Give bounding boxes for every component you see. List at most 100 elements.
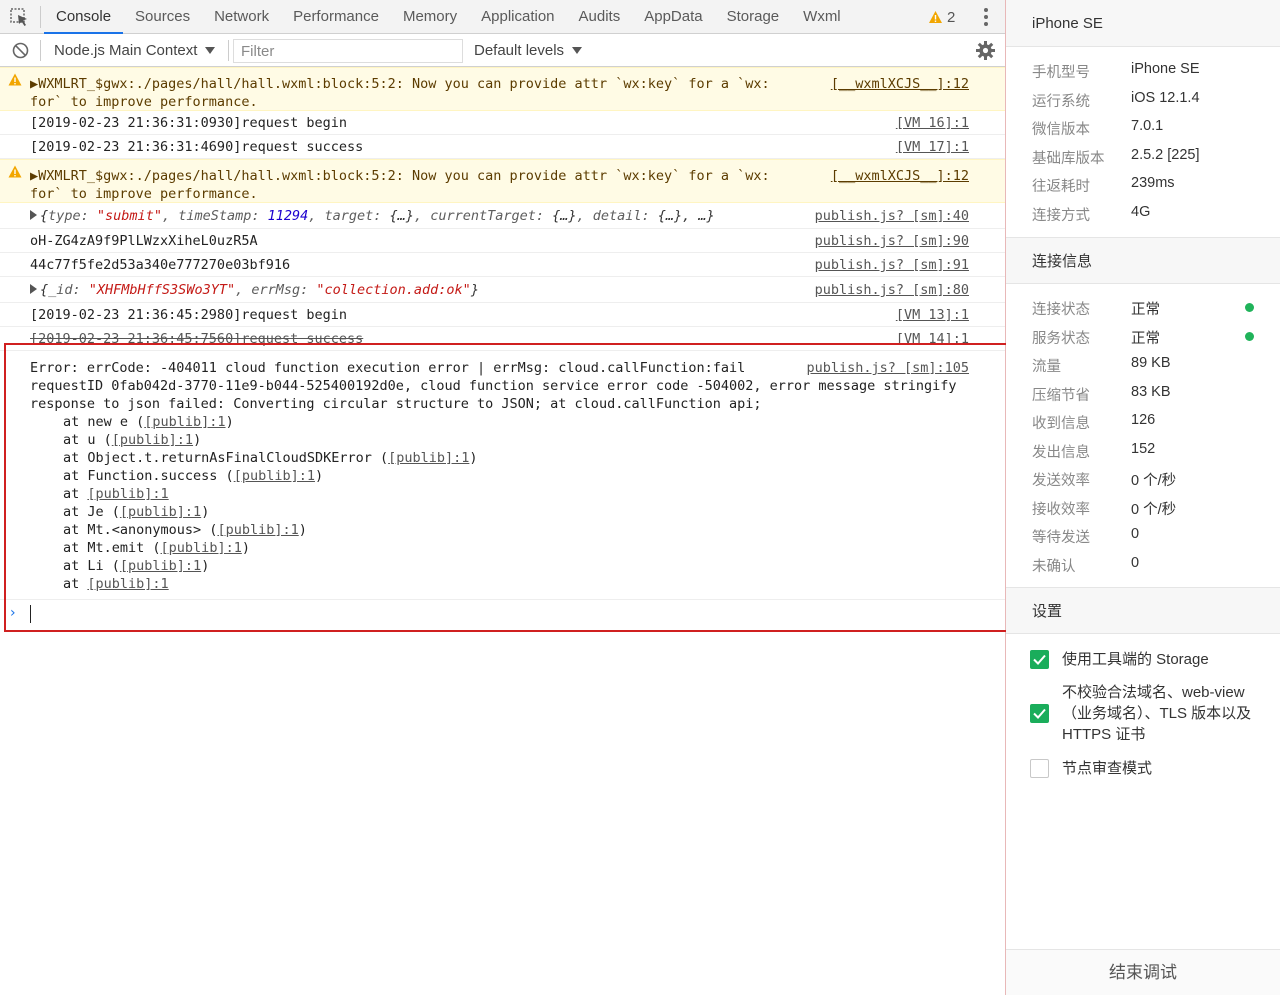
clear-console-icon[interactable]: [12, 42, 29, 59]
info-row: 连接状态 正常: [1006, 293, 1280, 322]
source-link[interactable]: publish.js? [sm]:91: [815, 253, 969, 277]
expand-triangle-icon[interactable]: [30, 210, 37, 220]
stack-frame-link[interactable]: [publib]:1: [388, 450, 469, 466]
error-message-detail: requestID 0fab042d-3770-11e9-b044-525400…: [30, 378, 965, 412]
info-row: 手机型号 iPhone SE: [1006, 56, 1280, 85]
tabbar-divider: [40, 6, 41, 28]
source-link[interactable]: [VM 16]:1: [896, 111, 969, 135]
stack-frame-link[interactable]: [publib]:1: [112, 432, 193, 448]
source-link[interactable]: publish.js? [sm]:80: [815, 277, 969, 303]
info-key: 连接方式: [1032, 207, 1090, 224]
tab-appdata[interactable]: AppData: [632, 0, 714, 34]
stack-frame: at Mt.emit ([publib]:1): [30, 539, 775, 557]
gear-icon[interactable]: [975, 40, 996, 61]
source-link[interactable]: [VM 14]:1: [896, 327, 969, 350]
stack-frame-text: ): [201, 504, 210, 520]
checkbox-checked-icon[interactable]: [1030, 704, 1049, 723]
info-value: iPhone SE: [1131, 61, 1200, 77]
source-link[interactable]: [__wxmlXCJS__]:12: [831, 75, 969, 93]
info-value: 0: [1131, 526, 1140, 542]
error-message-line: Error: errCode: -404011 cloud function e…: [30, 360, 746, 376]
end-debug-button[interactable]: 结束调试: [1006, 949, 1280, 995]
console-message: [2019-02-23 21:36:45:2980]request begin: [30, 307, 347, 323]
tab-wxml[interactable]: Wxml: [791, 0, 853, 34]
debug-info-panel: iPhone SE 手机型号 iPhone SE 运行系统 iOS 12.1.4 微信版…: [1006, 0, 1280, 995]
info-key: 微信版本: [1032, 122, 1090, 138]
tab-application[interactable]: Application: [469, 0, 566, 34]
chevron-down-icon: [572, 47, 583, 54]
source-link[interactable]: publish.js? [sm]:90: [815, 229, 969, 253]
tab-network[interactable]: Network: [202, 0, 281, 34]
source-link[interactable]: [VM 13]:1: [896, 303, 969, 327]
stack-frame: at [publib]:1: [30, 485, 775, 503]
tab-storage[interactable]: Storage: [715, 0, 792, 34]
info-key: 发送效率: [1032, 473, 1090, 489]
warning-icon: [929, 11, 942, 23]
stack-frame-link[interactable]: [publib]:1: [120, 558, 201, 574]
toolbar-divider: [228, 40, 229, 61]
stack-frame-text: at: [63, 576, 88, 592]
info-value: 0 个/秒: [1131, 501, 1177, 518]
info-row: 发出信息 152: [1006, 436, 1280, 465]
console-message: [2019-02-23 21:36:31:4690]request succes…: [30, 139, 364, 155]
settings-section-title: 设置: [1006, 587, 1280, 634]
console-message: [2019-02-23 21:36:31:0930]request begin: [30, 115, 347, 131]
stack-frame: at Li ([publib]:1): [30, 557, 775, 575]
stack-frame-link[interactable]: [publib]:1: [161, 540, 242, 556]
stack-frame-link[interactable]: [publib]:1: [120, 504, 201, 520]
info-row: 微信版本 7.0.1: [1006, 113, 1280, 142]
stack-frame-link[interactable]: [publib]:1: [217, 522, 298, 538]
stack-frame-text: at Mt.emit (: [63, 540, 161, 556]
source-link[interactable]: publish.js? [sm]:105: [806, 359, 969, 377]
context-select[interactable]: Node.js Main Context: [46, 39, 223, 62]
console-object-row[interactable]: {_id: "XHFMbHffS3SWo3YT", errMsg: "colle…: [0, 277, 1005, 303]
status-dot-icon: [1245, 331, 1254, 341]
info-row: 服务状态 正常: [1006, 322, 1280, 351]
tab-console[interactable]: Console: [44, 0, 124, 34]
source-link[interactable]: [VM 17]:1: [896, 135, 969, 159]
checkbox-checked-icon[interactable]: [1030, 650, 1049, 669]
stack-frame-text: at Object.t.returnAsFinalCloudSDKError (: [63, 450, 389, 466]
info-value: 239ms: [1131, 175, 1175, 191]
stack-frame-link[interactable]: [publib]:1: [144, 414, 225, 430]
stack-frame-text: ): [193, 432, 202, 448]
tab-sources[interactable]: Sources: [123, 0, 202, 34]
more-options-icon[interactable]: [978, 6, 994, 28]
checkbox-unchecked-icon[interactable]: [1030, 759, 1049, 778]
tab-performance[interactable]: Performance: [281, 0, 391, 34]
info-key: 未确认: [1032, 558, 1076, 575]
stack-frame-text: at Mt.<anonymous> (: [63, 522, 218, 538]
info-value: 正常: [1131, 330, 1160, 347]
info-value: 正常: [1131, 302, 1160, 318]
console-prompt[interactable]: ›: [0, 600, 1005, 628]
warning-counter[interactable]: 2: [928, 7, 955, 27]
setting-label: 使用工具端的 Storage: [1062, 651, 1209, 668]
source-link[interactable]: publish.js? [sm]:40: [815, 203, 969, 229]
console-output: ▶WXMLRT_$gwx:./pages/hall/hall.wxml:bloc…: [0, 67, 1005, 995]
tab-audits[interactable]: Audits: [567, 0, 633, 34]
console-warning-row: ▶WXMLRT_$gwx:./pages/hall/hall.wxml:bloc…: [0, 159, 1005, 203]
source-link[interactable]: [__wxmlXCJS__]:12: [831, 167, 969, 185]
info-value: 4G: [1131, 203, 1151, 220]
stack-frame-link[interactable]: [publib]:1: [87, 486, 168, 502]
toolbar-divider: [40, 40, 41, 61]
tab-list: Console Sources Network Performance Memo…: [44, 0, 853, 34]
console-object-row[interactable]: {type: "submit", timeStamp: 11294, targe…: [0, 203, 1005, 229]
console-toolbar: Node.js Main Context Default levels: [0, 34, 1005, 67]
stack-frame-text: ): [201, 558, 210, 574]
filter-input[interactable]: [233, 39, 463, 63]
inspect-element-icon[interactable]: [8, 6, 32, 28]
info-row: 等待发送 0: [1006, 521, 1280, 550]
tab-memory[interactable]: Memory: [391, 0, 469, 34]
expand-triangle-icon[interactable]: [30, 284, 37, 294]
stack-frame-text: ): [469, 450, 478, 466]
info-value: 7.0.1: [1131, 118, 1164, 134]
info-key: 连接状态: [1032, 302, 1090, 318]
stack-frame-text: at Je (: [63, 504, 120, 520]
connection-info-list: 连接状态 正常 服务状态 正常 流量 89 KB 压缩节省 83 KB 收到信息 126 发出信息 1…: [1006, 284, 1280, 587]
info-key: 接收效率: [1032, 501, 1090, 518]
log-levels-select[interactable]: Default levels: [466, 39, 590, 62]
info-key: 手机型号: [1032, 65, 1090, 81]
stack-frame-link[interactable]: [publib]:1: [87, 576, 168, 592]
stack-frame-link[interactable]: [publib]:1: [234, 468, 315, 484]
